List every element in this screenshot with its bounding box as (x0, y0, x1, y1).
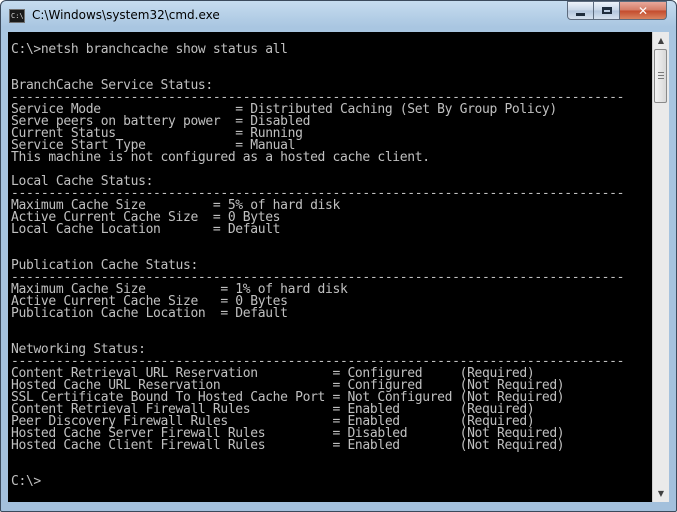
cmd-window: C:\ C:\Windows\system32\cmd.exe ✕ C:\>ne… (0, 0, 677, 512)
console-line: C:\>netsh branchcache show status all (11, 42, 288, 57)
console-line: Local Cache Location = Default (11, 222, 281, 237)
console-output[interactable]: C:\>netsh branchcache show status all Bra… (8, 32, 652, 502)
vertical-scrollbar[interactable]: ▲ ▼ (652, 32, 669, 502)
minimize-icon (576, 12, 585, 16)
window-title: C:\Windows\system32\cmd.exe (32, 8, 220, 22)
scrollbar-thumb[interactable] (654, 49, 667, 103)
thumb-grip (658, 78, 664, 79)
title-bar[interactable]: C:\ C:\Windows\system32\cmd.exe ✕ (1, 1, 676, 32)
maximize-icon (601, 7, 612, 14)
thumb-grip (658, 75, 664, 76)
console-line: C:\> (11, 474, 41, 489)
console-line: Hosted Cache Client Firewall Rules = Ena… (11, 438, 565, 453)
minimize-button[interactable] (567, 1, 594, 20)
scroll-up-arrow-icon[interactable]: ▲ (653, 32, 669, 49)
console-line: This machine is not configured as a host… (11, 150, 430, 165)
close-icon: ✕ (637, 3, 649, 18)
maximize-button[interactable] (593, 1, 620, 20)
scroll-down-arrow-icon[interactable]: ▼ (653, 485, 669, 502)
console-line: Publication Cache Location = Default (11, 306, 288, 321)
close-button[interactable]: ✕ (619, 1, 667, 20)
cmd-app-icon[interactable]: C:\ (9, 9, 25, 23)
thumb-grip (658, 72, 664, 73)
